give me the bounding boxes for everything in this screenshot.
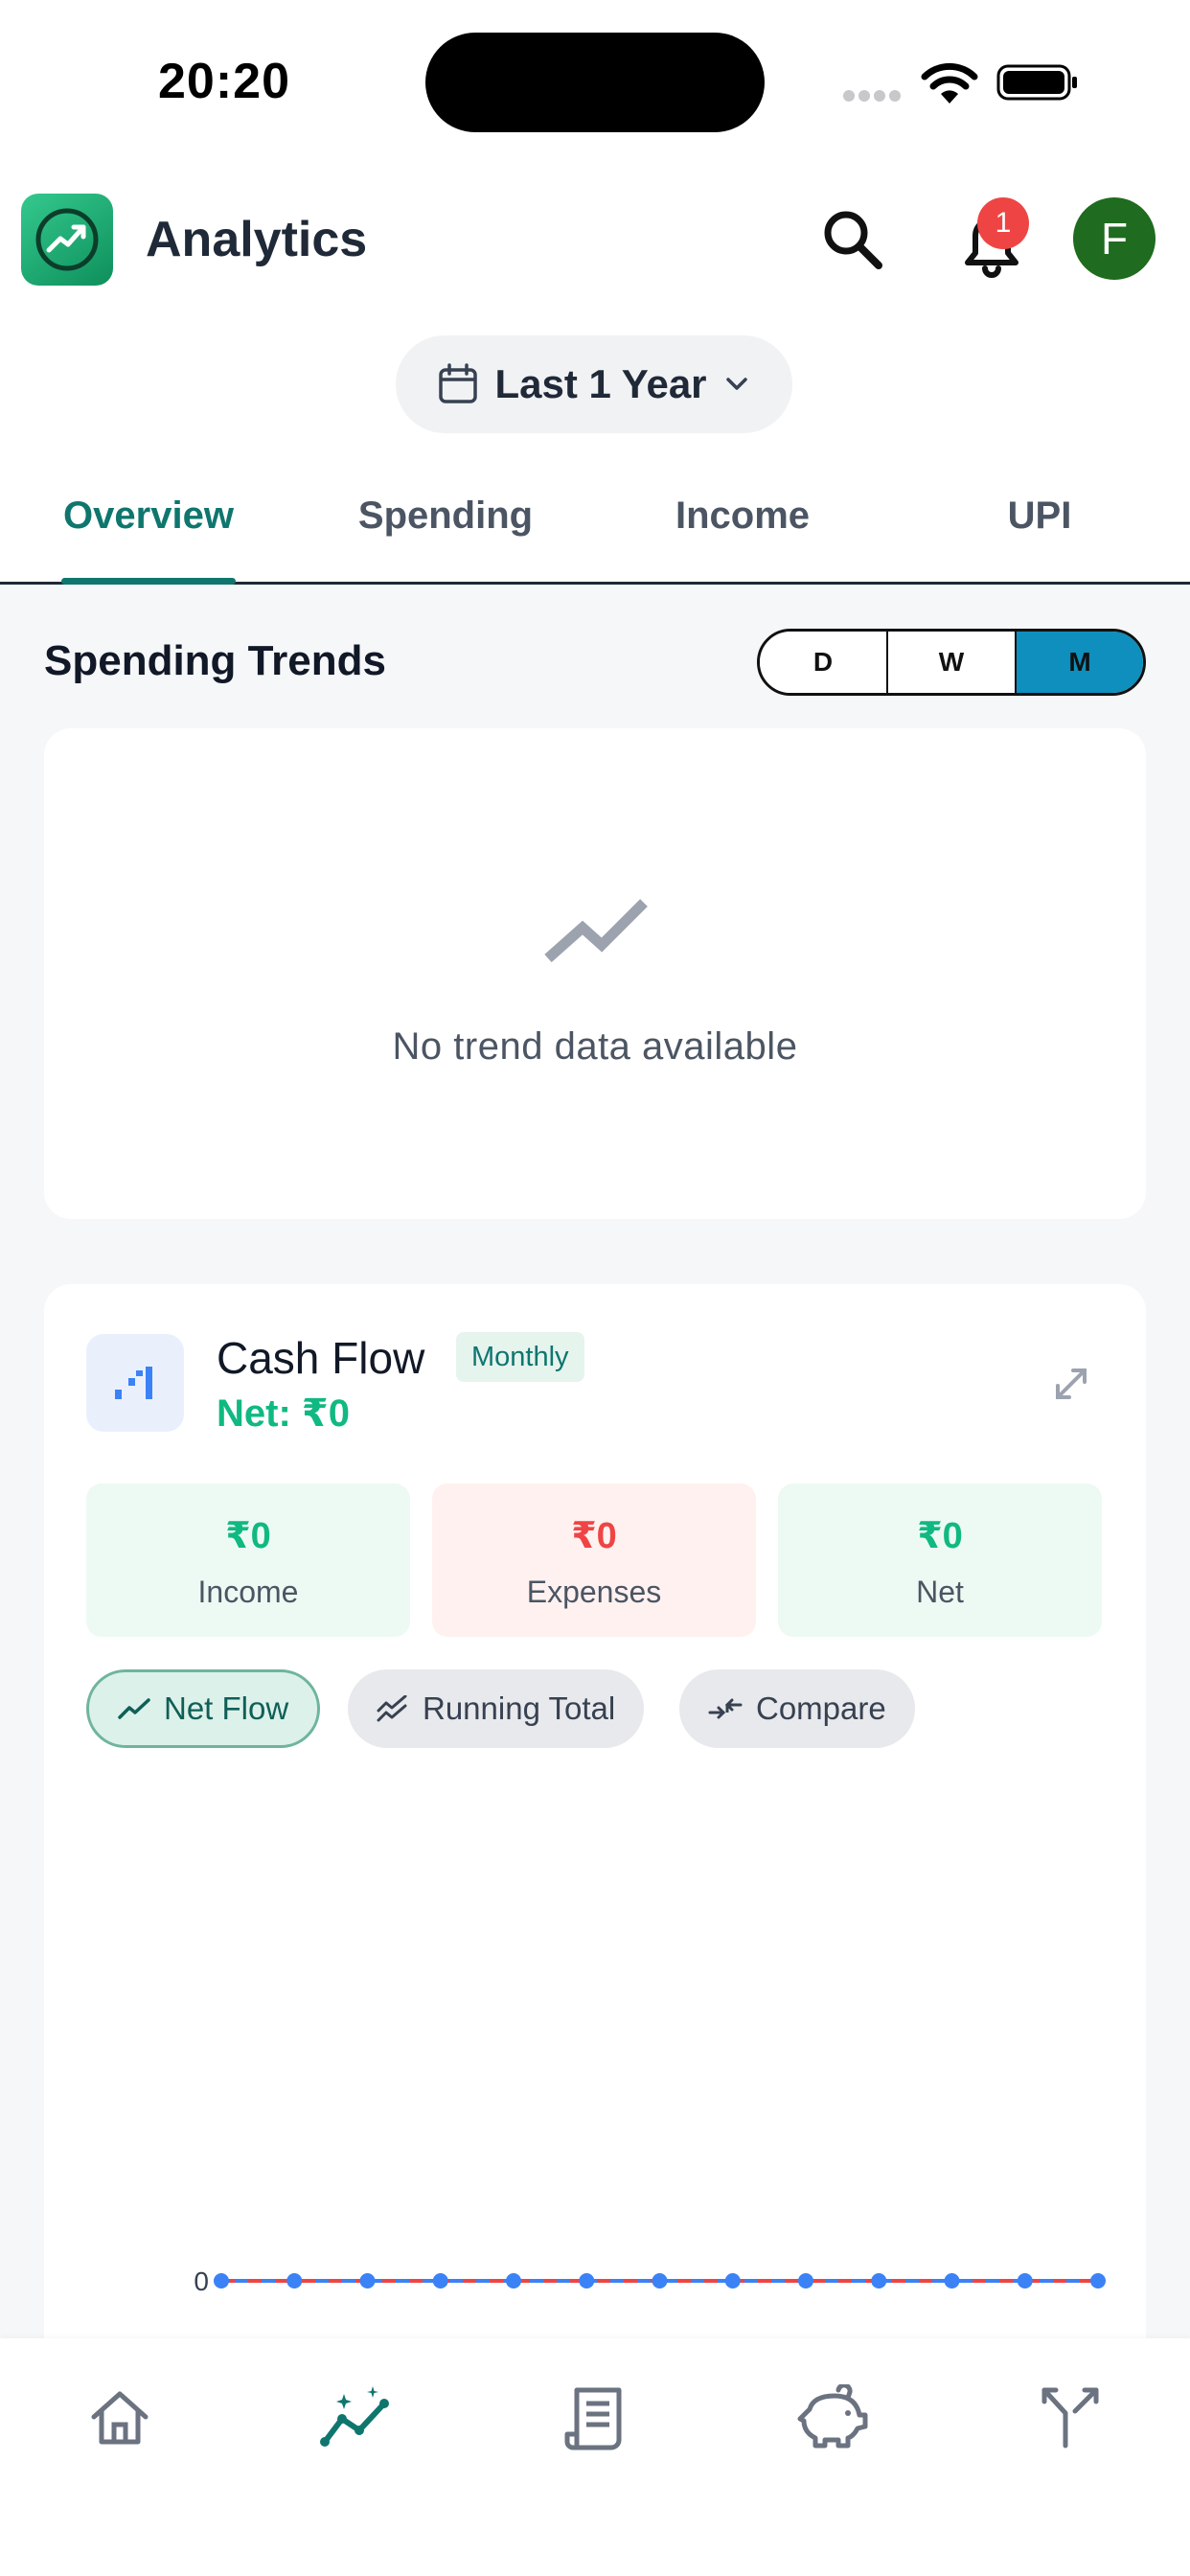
period-day-button[interactable]: D [760, 632, 888, 693]
analytics-icon [320, 2386, 389, 2447]
cash-flow-title: Cash Flow [217, 1333, 425, 1383]
data-point[interactable] [432, 2273, 448, 2288]
trend-line-icon [544, 899, 648, 963]
data-point[interactable] [286, 2273, 303, 2288]
net-stat: ₹0 Net [778, 1484, 1102, 1637]
status-bar: 20:20 [0, 0, 1190, 163]
expenses-label: Expenses [526, 1575, 662, 1609]
compare-label: Compare [756, 1690, 886, 1726]
date-range-label: Last 1 Year [494, 361, 707, 406]
trending-up-icon [35, 208, 99, 271]
net-value: ₹0 [917, 1516, 963, 1556]
notification-badge: 1 [977, 197, 1029, 249]
y-tick-label: 0 [194, 2266, 209, 2296]
period-toggle: D W M [757, 629, 1146, 696]
battery-icon [996, 64, 1077, 101]
app-logo [21, 194, 113, 286]
compare-chip[interactable]: Compare [679, 1669, 915, 1748]
expenses-stat: ₹0 Expenses [432, 1484, 756, 1637]
nav-transactions[interactable] [556, 2379, 634, 2457]
home-icon [91, 2391, 149, 2445]
net-amount: Net: ₹0 [217, 1392, 350, 1435]
dynamic-island [425, 33, 765, 132]
data-point[interactable] [798, 2273, 813, 2288]
nav-savings[interactable] [793, 2379, 872, 2457]
data-point[interactable] [871, 2273, 887, 2288]
data-point[interactable] [652, 2273, 668, 2288]
spending-trends-card: No trend data available [44, 728, 1146, 1219]
cash-flow-card: Cash Flow Monthly Net: ₹0 ₹0 Income ₹0 E… [44, 1284, 1146, 2434]
app-header: Analytics 1 F [0, 182, 1190, 297]
income-stat: ₹0 Income [86, 1484, 410, 1637]
double-trend-icon [377, 1695, 407, 1722]
search-icon[interactable] [819, 206, 886, 273]
split-icon [1041, 2387, 1099, 2449]
tab-income[interactable]: Income [632, 494, 853, 581]
period-month-button[interactable]: M [1017, 632, 1143, 693]
spending-trends-title: Spending Trends [44, 637, 386, 684]
income-value: ₹0 [225, 1516, 271, 1556]
data-point[interactable] [214, 2273, 229, 2288]
data-point[interactable] [944, 2273, 960, 2288]
data-point[interactable] [359, 2273, 376, 2288]
status-time: 20:20 [158, 54, 290, 109]
chevron-down-icon [725, 378, 747, 390]
avatar[interactable]: F [1073, 197, 1156, 280]
net-flow-label: Net Flow [164, 1690, 289, 1726]
period-badge: Monthly [456, 1332, 584, 1382]
page-title: Analytics [146, 212, 368, 267]
bottom-nav [0, 2338, 1190, 2576]
piggy-bank-icon [797, 2384, 868, 2449]
cash-flow-chart[interactable]: 0 [44, 1782, 1146, 2319]
compare-arrows-icon [708, 1698, 743, 1719]
net-flow-chip[interactable]: Net Flow [86, 1669, 321, 1748]
expenses-value: ₹0 [571, 1516, 617, 1556]
tab-spending[interactable]: Spending [335, 494, 556, 581]
nav-split[interactable] [1031, 2379, 1110, 2457]
data-point[interactable] [506, 2273, 521, 2288]
data-point[interactable] [724, 2273, 741, 2288]
expand-icon[interactable] [1050, 1363, 1092, 1405]
trend-line-icon [118, 1698, 150, 1719]
running-total-label: Running Total [423, 1690, 616, 1726]
income-label: Income [197, 1575, 299, 1609]
analytics-screen: 20:20 Analytics 1 F Last 1 Year Overview… [0, 0, 1190, 2576]
nav-home[interactable] [80, 2379, 159, 2457]
active-tab-indicator [61, 578, 236, 585]
data-point[interactable] [1090, 2273, 1106, 2288]
cash-flow-icon [86, 1334, 184, 1432]
empty-state-message: No trend data available [392, 1025, 798, 1068]
period-week-button[interactable]: W [888, 632, 1017, 693]
cellular-signal-icon [843, 89, 904, 102]
receipt-icon [564, 2387, 622, 2450]
data-point[interactable] [579, 2273, 595, 2288]
date-range-selector[interactable]: Last 1 Year [396, 335, 792, 433]
nav-analytics[interactable] [317, 2379, 396, 2457]
tab-bar: Overview Spending Income UPI [0, 479, 1190, 585]
calendar-icon [439, 363, 478, 403]
tab-upi[interactable]: UPI [929, 494, 1150, 581]
running-total-chip[interactable]: Running Total [348, 1669, 645, 1748]
main-content[interactable]: Spending Trends D W M No trend data avai… [0, 585, 1190, 2434]
data-point[interactable] [1017, 2273, 1033, 2288]
tab-overview[interactable]: Overview [38, 494, 259, 581]
wifi-icon [921, 62, 978, 104]
net-label: Net [916, 1575, 964, 1609]
bar-chart-icon [115, 1367, 152, 1399]
